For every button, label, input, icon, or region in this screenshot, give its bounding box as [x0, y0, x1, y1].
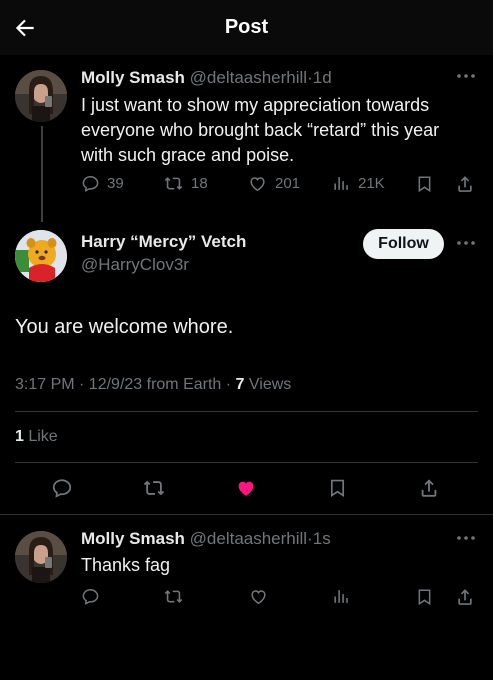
like-count: 201: [275, 175, 301, 192]
reply-icon[interactable]: [81, 587, 100, 606]
post-timestamp[interactable]: 3:17 PM · 12/9/23 from Earth ·: [15, 376, 236, 393]
likes-summary[interactable]: 1 Like: [15, 428, 58, 446]
page-title: Post: [224, 16, 269, 38]
text-line: I just want to show my appreciation towa…: [81, 95, 430, 115]
like-icon: [247, 174, 268, 193]
avatar[interactable]: [15, 230, 67, 282]
timestamp[interactable]: 1s: [313, 529, 331, 548]
share-icon[interactable]: [418, 477, 440, 499]
repost-count: 18: [191, 175, 208, 192]
text-line: with such grace and poise.: [81, 145, 295, 165]
bookmark-icon[interactable]: [415, 587, 434, 607]
author-name-row: Harry “Mercy” Vetch: [81, 232, 246, 252]
thread-connector: [41, 126, 43, 222]
views-count: 21K: [358, 175, 385, 192]
follow-button[interactable]: Follow: [363, 229, 444, 259]
text-line: everyone who brought back “retard” this …: [81, 120, 440, 140]
avatar[interactable]: [15, 531, 67, 583]
like-action[interactable]: 201: [247, 174, 300, 193]
views-label: Views: [244, 376, 292, 393]
more-icon[interactable]: [455, 66, 477, 86]
share-icon[interactable]: [455, 174, 475, 194]
divider: [15, 411, 478, 412]
handle[interactable]: @HarryClov3r: [81, 255, 189, 275]
divider: [15, 462, 478, 463]
like-icon[interactable]: [248, 587, 269, 606]
views-icon: [332, 174, 351, 193]
reply-to-text: I just want to show my appreciation towa…: [81, 93, 481, 168]
repost-icon: [163, 174, 184, 193]
reply-icon[interactable]: [51, 477, 73, 499]
bookmark-icon[interactable]: [415, 174, 434, 194]
top-bar: Post: [0, 0, 493, 55]
avatar[interactable]: [15, 70, 67, 122]
reply-count: 39: [107, 175, 124, 192]
share-icon[interactable]: [455, 587, 475, 607]
repost-icon[interactable]: [142, 477, 166, 499]
repost-action[interactable]: 18: [163, 174, 208, 193]
reply-header: Molly Smash @deltaasherhill·1s: [81, 529, 331, 549]
handle[interactable]: @deltaasherhill: [190, 68, 307, 87]
reply-to-header: Molly Smash @deltaasherhill·1d: [81, 68, 332, 88]
views-action[interactable]: 21K: [332, 174, 385, 193]
display-name[interactable]: Molly Smash: [81, 529, 185, 548]
more-icon[interactable]: [455, 233, 477, 253]
like-icon[interactable]: [234, 477, 258, 499]
reply-icon: [81, 174, 100, 193]
display-name[interactable]: Harry “Mercy” Vetch: [81, 232, 246, 251]
likes-count: 1: [15, 428, 24, 445]
reply-action[interactable]: 39: [81, 174, 124, 193]
timestamp[interactable]: 1d: [313, 68, 332, 87]
handle[interactable]: @deltaasherhill: [190, 529, 307, 548]
reply-text: Thanks fag: [81, 555, 171, 575]
more-icon[interactable]: [455, 528, 477, 548]
views-icon[interactable]: [332, 587, 351, 606]
bookmark-icon[interactable]: [327, 477, 348, 499]
display-name[interactable]: Molly Smash: [81, 68, 185, 87]
likes-label: Like: [23, 428, 58, 445]
post-text: You are welcome whore.: [15, 316, 234, 338]
post-meta: 3:17 PM · 12/9/23 from Earth · 7 Views: [15, 376, 291, 394]
divider: [0, 514, 493, 515]
repost-icon[interactable]: [163, 587, 184, 606]
